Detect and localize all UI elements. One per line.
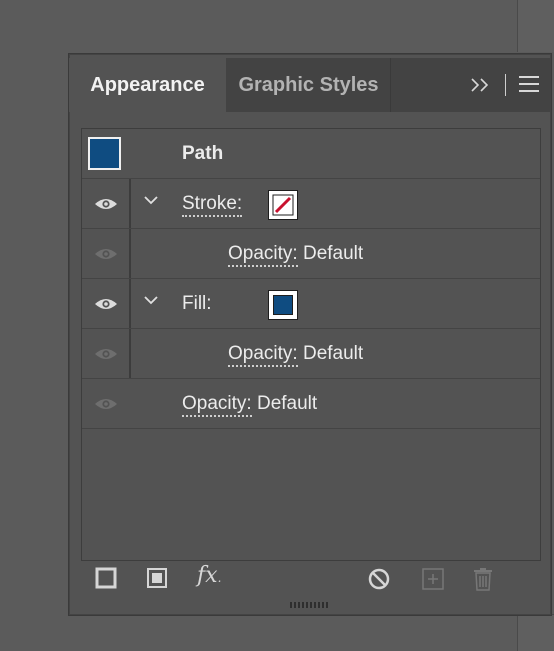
object-color-swatch (88, 137, 121, 170)
eye-icon (95, 299, 117, 309)
stroke-opacity-value: Default (302, 243, 364, 264)
panel-bottom-toolbar: fx. (69, 559, 551, 601)
fx-icon: fx (197, 563, 218, 588)
add-new-stroke-icon[interactable] (95, 567, 117, 589)
stroke-opacity-visibility-toggle[interactable] (82, 229, 131, 278)
eye-icon (95, 399, 117, 409)
trash-icon[interactable] (472, 567, 494, 591)
fill-opacity-value: Default (302, 343, 364, 364)
stroke-swatch[interactable] (268, 190, 298, 220)
duplicate-item-icon[interactable] (421, 567, 445, 591)
add-effect-button[interactable]: fx. (197, 563, 221, 588)
clear-appearance-icon[interactable] (367, 567, 391, 591)
eye-icon (95, 199, 117, 209)
none-swatch-icon (272, 194, 294, 216)
object-opacity-link[interactable]: Opacity: (182, 393, 252, 417)
chevron-down-icon[interactable] (144, 295, 158, 305)
appearance-row-object-opacity[interactable]: Opacity: Default (82, 379, 540, 429)
stroke-visibility-toggle[interactable] (82, 179, 131, 228)
stroke-opacity-link[interactable]: Opacity: (228, 243, 298, 267)
add-new-fill-icon[interactable] (146, 567, 168, 589)
tab-tools-divider (505, 74, 506, 96)
eye-icon (95, 349, 117, 359)
tab-graphic-styles[interactable]: Graphic Styles (226, 58, 391, 112)
tab-appearance[interactable]: Appearance (69, 58, 226, 112)
fill-opacity-visibility-toggle[interactable] (82, 329, 131, 378)
fill-visibility-toggle[interactable] (82, 279, 131, 328)
fill-swatch[interactable] (268, 290, 298, 320)
background-scrollbar-bottom (517, 614, 554, 651)
appearance-row-stroke[interactable]: Stroke: (82, 179, 540, 229)
hamburger-menu-icon[interactable] (519, 76, 539, 92)
chevron-down-icon[interactable] (144, 195, 158, 205)
object-opacity-visibility-toggle[interactable] (82, 379, 131, 428)
eye-icon (95, 249, 117, 259)
appearance-row-fill-opacity[interactable]: Opacity: Default (82, 329, 540, 379)
panel-tab-bar: Appearance Graphic Styles (69, 58, 551, 112)
object-opacity-value: Default (256, 393, 318, 414)
object-opacity-text: Opacity: Default (182, 379, 317, 428)
panel-resize-grip[interactable] (290, 602, 328, 608)
panel-tab-tools (461, 58, 551, 112)
appearance-row-path[interactable]: Path (82, 129, 540, 179)
appearance-panel: Appearance Graphic Styles Path Stroke: O… (68, 53, 552, 616)
background-scrollbar-top (517, 0, 554, 52)
fill-opacity-text: Opacity: Default (228, 329, 363, 378)
double-chevron-right-icon[interactable] (469, 75, 491, 95)
object-type-label: Path (182, 143, 224, 164)
fill-label: Fill: (182, 293, 212, 314)
appearance-row-stroke-opacity[interactable]: Opacity: Default (82, 229, 540, 279)
appearance-row-fill[interactable]: Fill: (82, 279, 540, 329)
fill-color-chip (273, 295, 293, 315)
stroke-label[interactable]: Stroke: (182, 179, 243, 228)
stroke-opacity-text: Opacity: Default (228, 229, 363, 278)
fill-opacity-link[interactable]: Opacity: (228, 343, 298, 367)
appearance-list: Path Stroke: Opacity: Default Fill: Opac… (81, 128, 541, 561)
